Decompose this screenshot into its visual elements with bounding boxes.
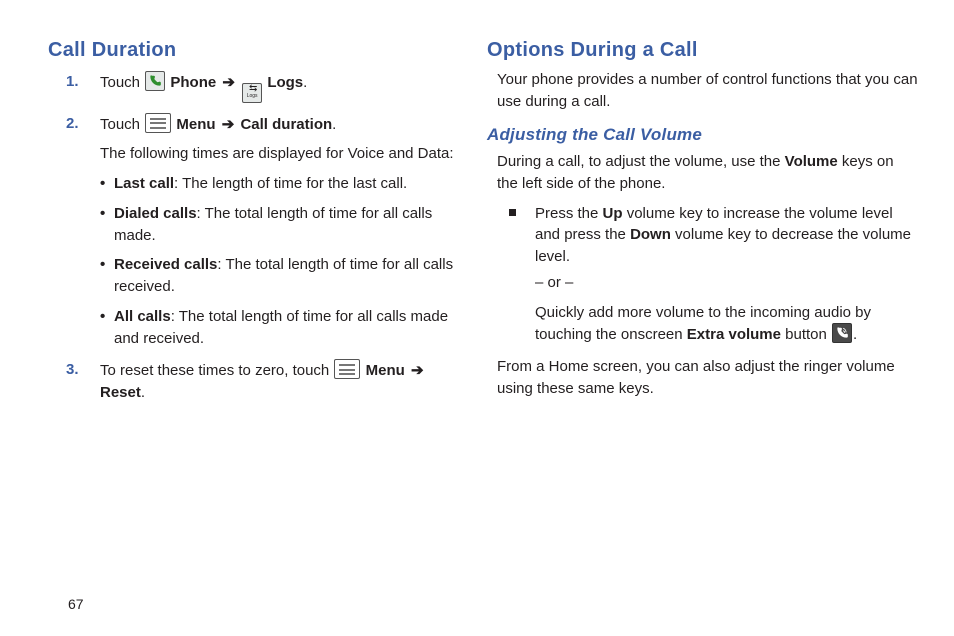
up-label: Up [603, 205, 623, 222]
phone-icon [145, 71, 165, 91]
bullet-last-call: Last call: The length of time for the la… [100, 173, 463, 195]
logs-label: Logs [267, 74, 303, 91]
ringer-note: From a Home screen, you can also adjust … [497, 356, 918, 400]
step-number: 1. [66, 71, 79, 93]
period: . [332, 116, 336, 133]
step-2-intro: The following times are displayed for Vo… [100, 143, 463, 165]
text: Press the [535, 205, 603, 222]
heading-call-duration: Call Duration [48, 36, 463, 65]
bullet-text: : The length of time for the last call. [174, 175, 407, 192]
step-1: 1. Touch Phone ➔ ⇆Logs Logs. [66, 71, 463, 103]
reset-label: Reset [100, 384, 141, 401]
steps-list: 1. Touch Phone ➔ ⇆Logs Logs. 2. Touch Me… [66, 71, 463, 404]
volume-label: Volume [785, 153, 838, 170]
page-number: 67 [68, 596, 84, 612]
subheading-adjust-volume: Adjusting the Call Volume [487, 123, 918, 148]
manual-page: Call Duration 1. Touch Phone ➔ ⇆Logs Log… [0, 0, 954, 636]
bullet-label: Dialed calls [114, 205, 197, 222]
menu-label: Menu [366, 362, 405, 379]
period: . [303, 74, 307, 91]
arrow-icon: ➔ [222, 116, 235, 133]
volume-intro: During a call, to adjust the volume, use… [497, 151, 918, 195]
logs-icon: ⇆Logs [242, 83, 262, 103]
step-text: To reset these times to zero, touch [100, 362, 333, 379]
extra-volume-text: Quickly add more volume to the incoming … [535, 302, 918, 347]
or-divider: – or – [535, 272, 918, 294]
arrow-icon: ➔ [222, 74, 235, 91]
bullet-label: Last call [114, 175, 174, 192]
step-number: 2. [66, 113, 79, 135]
options-intro: Your phone provides a number of control … [497, 69, 918, 113]
step-text: Touch [100, 74, 144, 91]
call-duration-bullets: Last call: The length of time for the la… [100, 173, 463, 349]
bullet-received-calls: Received calls: The total length of time… [100, 254, 463, 298]
bullet-all-calls: All calls: The total length of time for … [100, 306, 463, 350]
heading-options-during-call: Options During a Call [487, 36, 918, 65]
bullet-label: Received calls [114, 256, 217, 273]
period: . [141, 384, 145, 401]
text: button [781, 326, 831, 343]
extra-volume-icon [832, 323, 852, 343]
bullet-dialed-calls: Dialed calls: The total length of time f… [100, 203, 463, 247]
left-column: Call Duration 1. Touch Phone ➔ ⇆Logs Log… [48, 36, 483, 624]
menu-icon [145, 113, 171, 133]
step-text: Touch [100, 116, 144, 133]
phone-label: Phone [170, 74, 216, 91]
call-duration-label: Call duration [240, 116, 332, 133]
period: . [853, 326, 857, 343]
right-column: Options During a Call Your phone provide… [483, 36, 918, 624]
volume-step: Press the Up volume key to increase the … [509, 203, 918, 347]
step-number: 3. [66, 359, 79, 381]
volume-steps: Press the Up volume key to increase the … [509, 203, 918, 347]
bullet-label: All calls [114, 308, 171, 325]
arrow-icon: ➔ [411, 362, 424, 379]
extra-volume-label: Extra volume [687, 326, 781, 343]
step-2: 2. Touch Menu ➔ Call duration. The follo… [66, 113, 463, 350]
text: During a call, to adjust the volume, use… [497, 153, 785, 170]
down-label: Down [630, 226, 671, 243]
menu-label: Menu [176, 116, 215, 133]
menu-icon [334, 359, 360, 379]
step-3: 3. To reset these times to zero, touch M… [66, 359, 463, 404]
